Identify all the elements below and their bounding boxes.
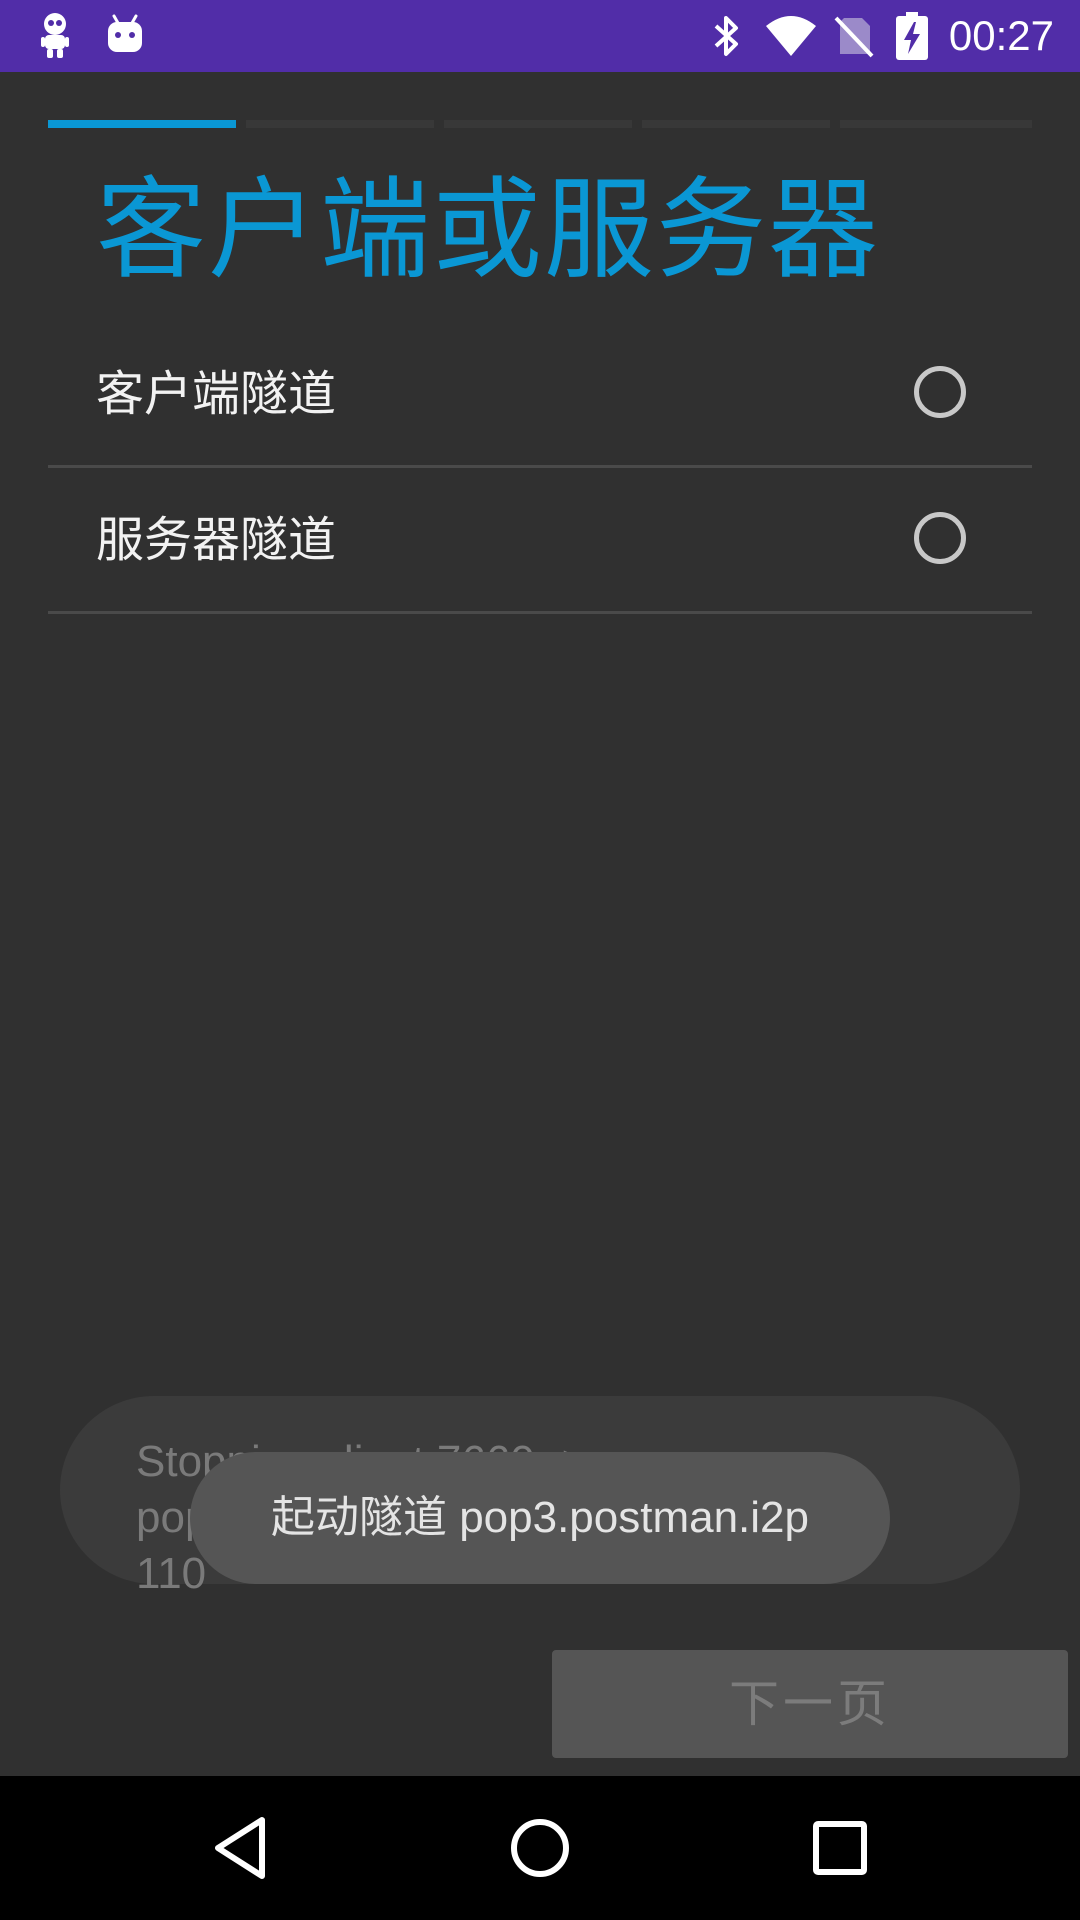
toast-message: 起动隧道 pop3.postman.i2p bbox=[270, 1493, 810, 1542]
radio-button[interactable] bbox=[914, 512, 966, 564]
wifi-icon bbox=[766, 16, 816, 56]
no-sim-icon bbox=[834, 16, 874, 58]
progress-step-1 bbox=[48, 120, 236, 128]
progress-step-5 bbox=[840, 120, 1032, 128]
recents-icon[interactable] bbox=[800, 1808, 880, 1888]
battery-charging-icon bbox=[896, 12, 928, 60]
status-icons: 00:27 bbox=[680, 0, 1080, 72]
status-bar: 00:27 bbox=[0, 0, 1080, 72]
toast-foreground: 起动隧道 pop3.postman.i2p bbox=[190, 1452, 890, 1584]
navigation-bar bbox=[0, 1776, 1080, 1920]
progress-step-2 bbox=[246, 120, 434, 128]
android-icon bbox=[108, 14, 142, 52]
option-client-tunnel[interactable]: 客户端隧道 bbox=[48, 322, 1032, 468]
radio-button[interactable] bbox=[914, 366, 966, 418]
page-title: 客户端或服务器 bbox=[96, 166, 880, 294]
progress-step-3 bbox=[444, 120, 632, 128]
progress-step-4 bbox=[642, 120, 830, 128]
option-label: 服务器隧道 bbox=[96, 512, 337, 568]
clock: 00:27 bbox=[948, 12, 1054, 59]
wizard-progress bbox=[48, 120, 1032, 128]
robot-icon bbox=[41, 13, 69, 58]
next-button[interactable]: 下一页 bbox=[552, 1650, 1068, 1758]
option-server-tunnel[interactable]: 服务器隧道 bbox=[48, 468, 1032, 614]
home-icon[interactable] bbox=[500, 1808, 580, 1888]
divider bbox=[48, 611, 1032, 614]
option-label: 客户端隧道 bbox=[96, 366, 337, 422]
bluetooth-icon bbox=[714, 16, 738, 56]
back-icon[interactable] bbox=[200, 1808, 280, 1888]
